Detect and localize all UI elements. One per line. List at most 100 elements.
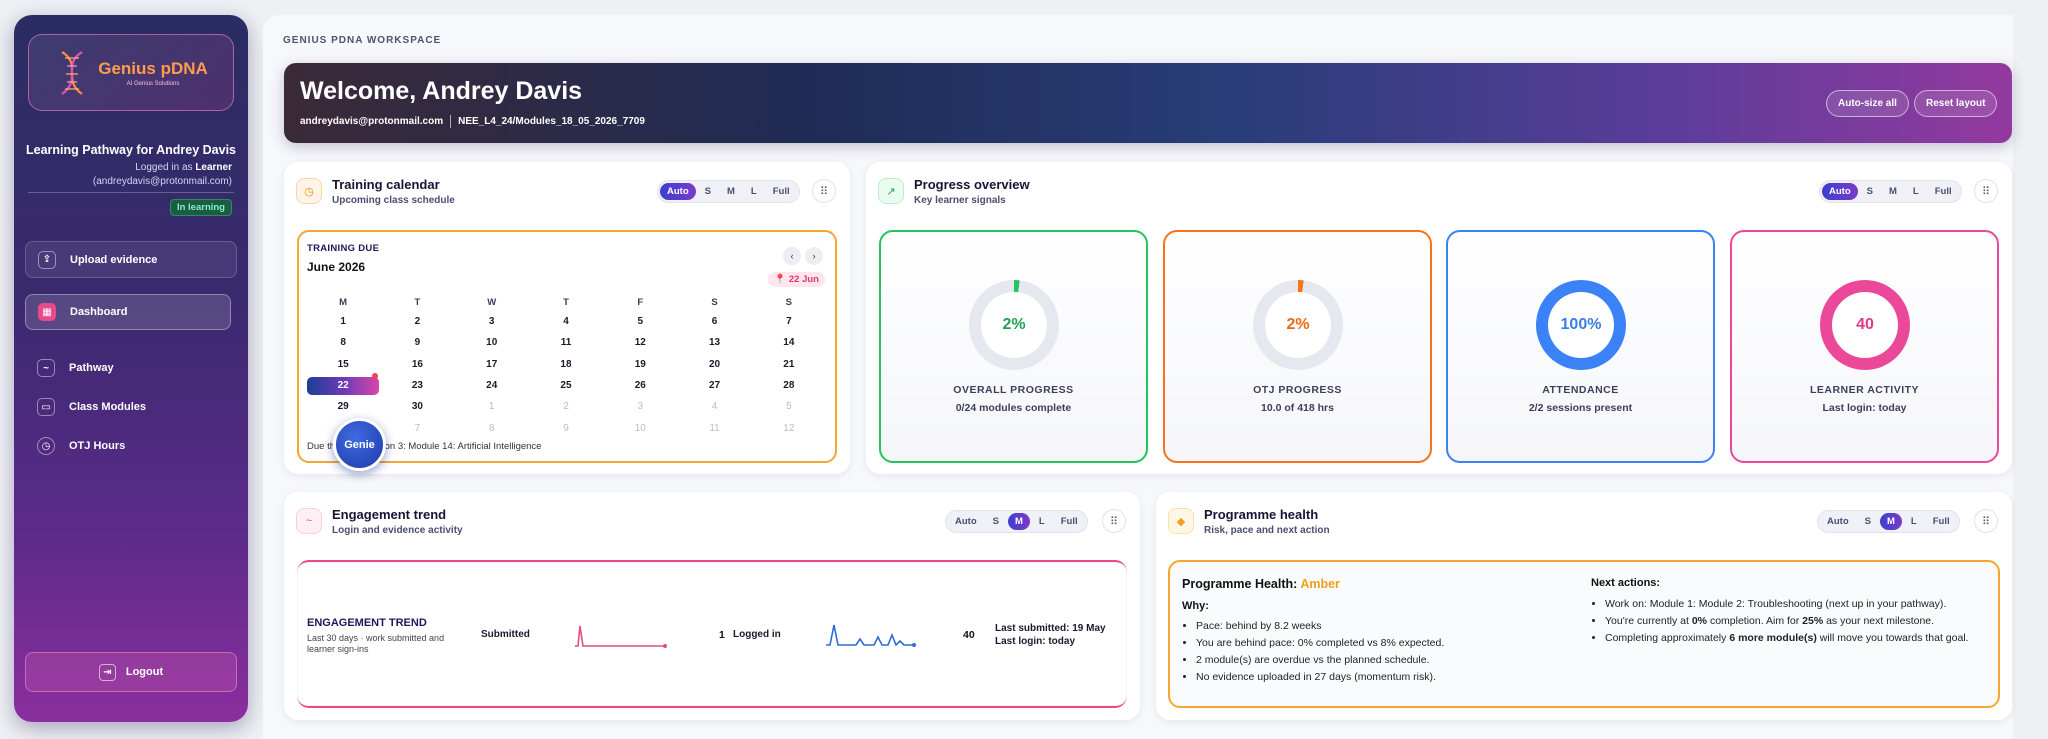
calendar-day[interactable]: 21 — [752, 354, 826, 375]
pathway-title: Learning Pathway for Andrey Davis — [25, 143, 236, 157]
drag-handle-icon[interactable]: ⠿ — [1102, 509, 1126, 533]
calendar-day[interactable]: 29 — [306, 396, 380, 417]
calendar-day[interactable]: 30 — [380, 396, 454, 417]
sidebar-item-dashboard[interactable]: ▦ Dashboard — [25, 294, 231, 330]
weekday-header: F — [637, 296, 644, 308]
calendar-day[interactable]: 20 — [677, 354, 751, 375]
engagement-subtitle: Last 30 days · work submitted and learne… — [307, 633, 445, 654]
auto-size-all-button[interactable]: Auto-size all — [1826, 90, 1909, 117]
calendar-day[interactable]: 10 — [603, 417, 677, 438]
size-l-option[interactable]: L — [744, 183, 764, 200]
size-auto-option[interactable]: Auto — [660, 183, 696, 200]
engagement-last-activity: Last submitted: 19 May Last login: today — [995, 622, 1106, 648]
size-auto-option[interactable]: Auto — [1820, 513, 1856, 530]
user-meta: andreydavis@protonmail.com NEE_L4_24/Mod… — [300, 115, 645, 128]
calendar-day[interactable]: 5 — [603, 311, 677, 332]
size-full-option[interactable]: Full — [766, 183, 797, 200]
text: will move you towards that goal. — [1816, 632, 1969, 644]
calendar-day[interactable]: 4 — [529, 311, 603, 332]
calendar-day[interactable]: 15 — [306, 354, 380, 375]
calendar-day[interactable]: 8 — [306, 332, 380, 353]
size-l-option[interactable]: L — [1904, 513, 1924, 530]
calendar-day[interactable]: 24 — [455, 375, 529, 396]
weekday-header: S — [785, 296, 793, 308]
next-actions-label: Next actions: — [1591, 577, 1661, 589]
calendar-day[interactable]: 12 — [752, 417, 826, 438]
calendar-day[interactable]: 19 — [603, 354, 677, 375]
today-marker[interactable]: 22 — [307, 372, 380, 395]
calendar-day[interactable]: 5 — [752, 396, 826, 417]
drag-handle-icon[interactable]: ⠿ — [1974, 179, 1998, 203]
drag-handle-icon[interactable]: ⠿ — [812, 179, 836, 203]
calendar-day[interactable]: 28 — [752, 375, 826, 396]
calendar-day[interactable]: 2 — [380, 311, 454, 332]
calendar-day[interactable]: 10 — [455, 332, 529, 353]
stat-label: OTJ PROGRESS — [1253, 384, 1342, 396]
calendar-day[interactable]: 6 — [677, 311, 751, 332]
stat-detail: 0/24 modules complete — [955, 402, 1072, 414]
calendar-day[interactable]: 3 — [455, 311, 529, 332]
calendar-day[interactable]: 22 — [306, 372, 380, 396]
calendar-day[interactable]: 1 — [455, 396, 529, 417]
size-m-option[interactable]: M — [1007, 513, 1030, 530]
calendar-day[interactable]: 9 — [380, 332, 454, 353]
prev-month-button[interactable]: ‹ — [783, 247, 801, 265]
weekday-header: W — [487, 296, 497, 308]
reset-layout-button[interactable]: Reset layout — [1914, 90, 1998, 117]
size-selector: Auto S M L Full — [945, 510, 1088, 533]
calendar-day[interactable]: 3 — [603, 396, 677, 417]
calendar-day[interactable]: 16 — [380, 354, 454, 375]
why-label: Why: — [1182, 600, 1209, 612]
sidebar-item-otj-hours[interactable]: ◷ OTJ Hours — [25, 428, 231, 464]
calendar-day[interactable]: 7 — [380, 417, 454, 438]
health-value: Amber — [1300, 577, 1340, 591]
calendar-day[interactable]: 11 — [529, 332, 603, 353]
upload-evidence-label: Upload evidence — [70, 253, 158, 266]
upload-evidence-button[interactable]: ⇪ Upload evidence — [25, 241, 237, 278]
size-s-option[interactable]: S — [1860, 183, 1880, 200]
welcome-title: Welcome, Andrey Davis — [300, 77, 583, 105]
size-m-option[interactable]: M — [720, 183, 742, 200]
calendar-day[interactable]: 7 — [752, 311, 826, 332]
size-full-option[interactable]: Full — [1054, 513, 1085, 530]
calendar-day[interactable]: 18 — [529, 354, 603, 375]
calendar-day[interactable]: 13 — [677, 332, 751, 353]
size-full-option[interactable]: Full — [1928, 183, 1959, 200]
genie-assistant-button[interactable]: Genie — [333, 418, 386, 471]
size-s-option[interactable]: S — [698, 183, 718, 200]
submitted-count: 1 — [719, 629, 725, 641]
calendar-day[interactable]: 2 — [529, 396, 603, 417]
card-title: Training calendar — [332, 177, 440, 192]
size-l-option[interactable]: L — [1032, 513, 1052, 530]
calendar-day[interactable]: 25 — [529, 375, 603, 396]
size-full-option[interactable]: Full — [1926, 513, 1957, 530]
calendar-day[interactable]: 1 — [306, 311, 380, 332]
calendar-day[interactable]: 4 — [677, 396, 751, 417]
calendar-day[interactable]: 11 — [677, 417, 751, 438]
calendar-day[interactable]: 8 — [455, 417, 529, 438]
size-m-option[interactable]: M — [1879, 513, 1902, 530]
size-auto-option[interactable]: Auto — [1822, 183, 1858, 200]
calendar-day[interactable]: 17 — [455, 354, 529, 375]
calendar-day[interactable]: 27 — [677, 375, 751, 396]
logout-button[interactable]: ⇥ Logout — [25, 652, 237, 692]
sidebar-item-class-modules[interactable]: ▭ Class Modules — [25, 389, 231, 425]
sidebar-item-pathway[interactable]: ~ Pathway — [25, 350, 231, 386]
stat-detail: Last login: today — [1822, 402, 1907, 414]
next-month-button[interactable]: › — [805, 247, 823, 265]
calendar-day[interactable]: 23 — [380, 375, 454, 396]
calendar-day[interactable]: 26 — [603, 375, 677, 396]
calendar-day[interactable]: 12 — [603, 332, 677, 353]
size-s-option[interactable]: S — [1858, 513, 1878, 530]
logged-in-count: 40 — [963, 629, 975, 641]
calendar-day[interactable]: 14 — [752, 332, 826, 353]
calendar-day[interactable]: 9 — [529, 417, 603, 438]
size-auto-option[interactable]: Auto — [948, 513, 984, 530]
size-l-option[interactable]: L — [1906, 183, 1926, 200]
list-item: 2 module(s) are overdue vs the planned s… — [1196, 652, 1444, 669]
size-s-option[interactable]: S — [986, 513, 1006, 530]
drag-handle-icon[interactable]: ⠿ — [1974, 509, 1998, 533]
size-m-option[interactable]: M — [1882, 183, 1904, 200]
card-subtitle: Key learner signals — [914, 195, 1006, 206]
text: You're currently at — [1605, 615, 1692, 627]
